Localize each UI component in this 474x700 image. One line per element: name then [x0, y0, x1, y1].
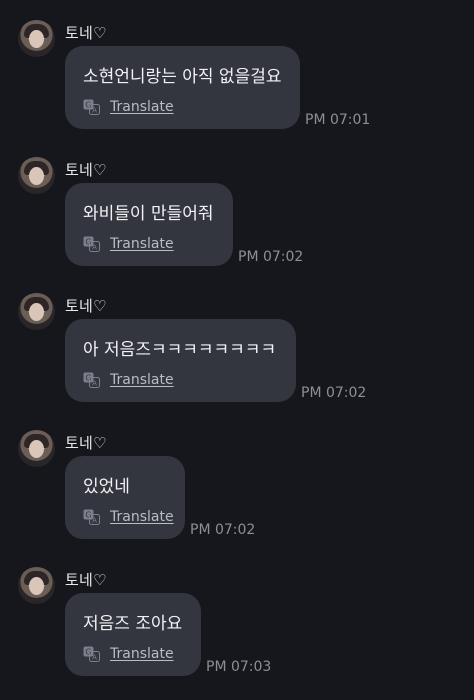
avatar[interactable] — [18, 293, 55, 330]
timestamp: PM 07:02 — [190, 522, 256, 538]
translate-icon: G A — [83, 646, 100, 662]
translate-icon: G A — [83, 509, 100, 525]
svg-text:A: A — [92, 517, 97, 525]
avatar[interactable] — [18, 20, 55, 57]
svg-text:A: A — [92, 244, 97, 252]
sender-name: 토네♡ — [65, 24, 107, 42]
translate-label[interactable]: Translate — [110, 99, 174, 115]
svg-text:A: A — [92, 380, 97, 388]
sender-name: 토네♡ — [65, 297, 107, 315]
timestamp: PM 07:03 — [206, 659, 272, 675]
translate-button[interactable]: G A Translate — [83, 98, 174, 116]
translate-icon: G A — [83, 236, 100, 252]
sender-name: 토네♡ — [65, 434, 107, 452]
message-bubble[interactable]: 아 저음즈ㅋㅋㅋㅋㅋㅋㅋㅋ G A Translate — [65, 319, 296, 402]
message-row: 토네♡ 와비들이 만들어줘 G A Translate PM 07:02 — [0, 137, 474, 273]
sender-name: 토네♡ — [65, 161, 107, 179]
avatar[interactable] — [18, 567, 55, 604]
message-bubble[interactable]: 있었네 G A Translate — [65, 456, 185, 539]
avatar[interactable] — [18, 157, 55, 194]
timestamp: PM 07:02 — [301, 385, 367, 401]
message-bubble[interactable]: 소현언니랑는 아직 없을걸요 G A Translate — [65, 46, 300, 129]
message-text: 저음즈 조아요 — [83, 614, 183, 634]
svg-text:A: A — [92, 654, 97, 662]
message-bubble[interactable]: 저음즈 조아요 G A Translate — [65, 593, 201, 676]
translate-icon: G A — [83, 99, 100, 115]
message-bubble[interactable]: 와비들이 만들어줘 G A Translate — [65, 183, 233, 266]
svg-text:A: A — [92, 107, 97, 115]
translate-button[interactable]: G A Translate — [83, 235, 174, 253]
message-text: 아 저음즈ㅋㅋㅋㅋㅋㅋㅋㅋ — [83, 340, 277, 360]
message-text: 와비들이 만들어줘 — [83, 204, 214, 224]
message-text: 소현언니랑는 아직 없을걸요 — [83, 67, 282, 87]
translate-label[interactable]: Translate — [110, 236, 174, 252]
translate-label[interactable]: Translate — [110, 646, 174, 662]
sender-name: 토네♡ — [65, 571, 107, 589]
avatar[interactable] — [18, 430, 55, 467]
translate-button[interactable]: G A Translate — [83, 645, 174, 663]
message-row: 토네♡ 있었네 G A Translate PM 07:02 — [0, 410, 474, 546]
timestamp: PM 07:01 — [305, 112, 371, 128]
message-row: 토네♡ 아 저음즈ㅋㅋㅋㅋㅋㅋㅋㅋ G A Translate PM 07:02 — [0, 273, 474, 409]
translate-icon: G A — [83, 372, 100, 388]
translate-label[interactable]: Translate — [110, 509, 174, 525]
timestamp: PM 07:02 — [238, 249, 304, 265]
translate-button[interactable]: G A Translate — [83, 508, 174, 526]
message-row: 토네♡ 저음즈 조아요 G A Translate PM 07:03 — [0, 547, 474, 683]
chat-view: 토네♡ 소현언니랑는 아직 없을걸요 G A Translate PM 07:0… — [0, 0, 474, 700]
message-text: 있었네 — [83, 477, 130, 497]
message-row: 토네♡ 소현언니랑는 아직 없을걸요 G A Translate PM 07:0… — [0, 0, 474, 136]
translate-button[interactable]: G A Translate — [83, 371, 174, 389]
translate-label[interactable]: Translate — [110, 372, 174, 388]
